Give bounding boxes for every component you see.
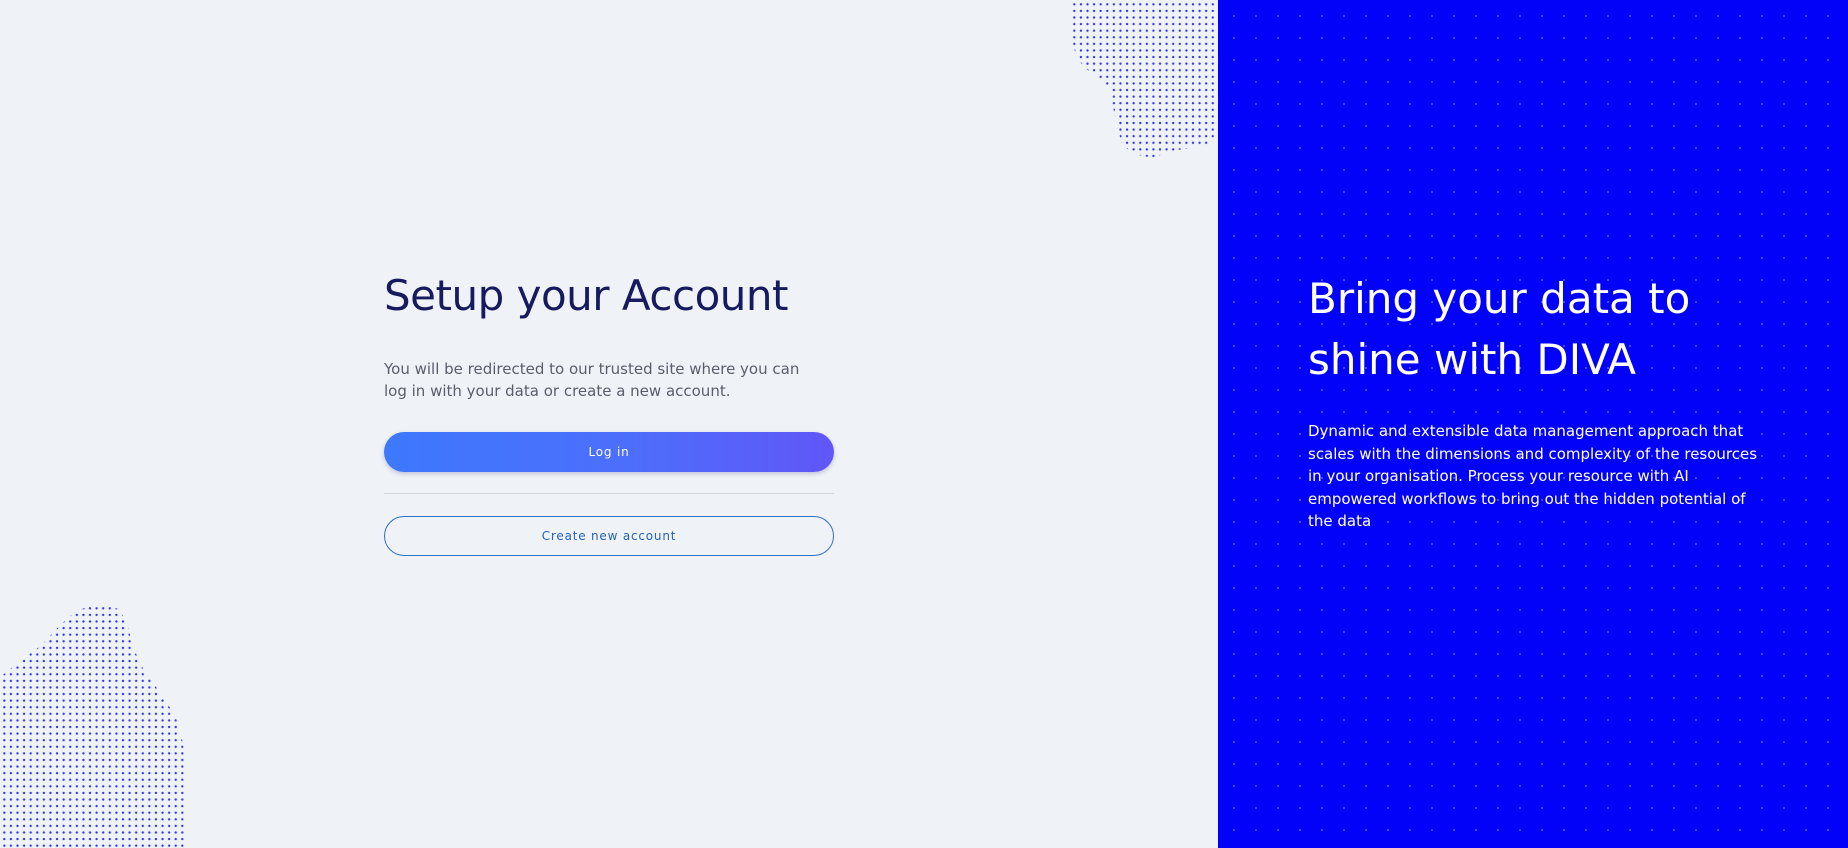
promo-description: Dynamic and extensible data management a… — [1308, 422, 1758, 530]
login-button[interactable]: Log in — [384, 432, 834, 472]
page-title: Setup your Account — [384, 271, 788, 320]
setup-description: You will be redirected to our trusted si… — [384, 360, 800, 400]
promo-panel: Bring your data to shine with DIVA Dynam… — [1218, 0, 1848, 848]
promo-heading: Bring your data to shine with DIVA — [1308, 274, 1691, 384]
dot-pattern-decoration-bottom — [0, 604, 187, 848]
create-account-button[interactable]: Create new account — [384, 516, 834, 556]
divider — [384, 493, 834, 494]
setup-form: Setup your Account You will be redirecte… — [384, 268, 834, 556]
promo-content: Bring your data to shine with DIVA Dynam… — [1308, 268, 1768, 533]
dot-pattern-decoration-top — [1070, 0, 1218, 158]
setup-panel: Setup your Account You will be redirecte… — [0, 0, 1218, 848]
